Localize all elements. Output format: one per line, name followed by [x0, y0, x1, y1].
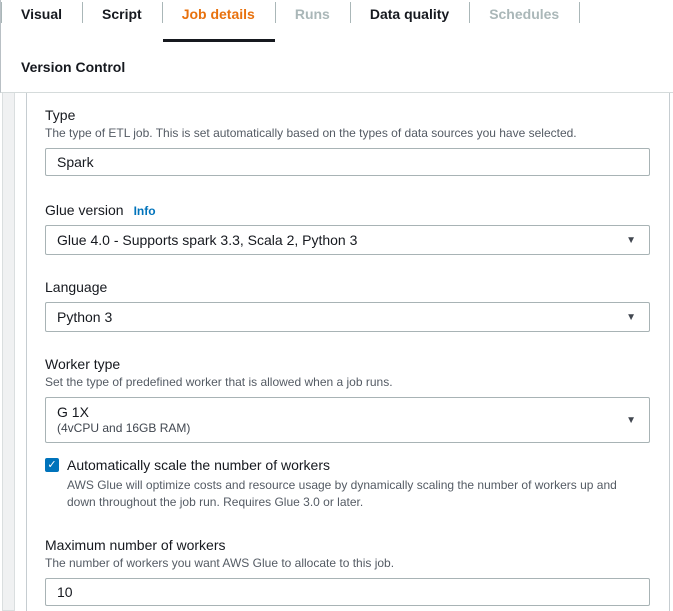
worker-type-description: Set the type of predefined worker that i… — [45, 374, 650, 390]
tab-bar: Visual Script Job details Runs Data qual… — [1, 0, 673, 42]
tab-job-details-label: Job details — [182, 6, 255, 22]
autoscale-checkbox[interactable]: ✓ — [45, 458, 59, 472]
language-select[interactable]: Python 3 ▼ — [45, 302, 650, 332]
type-input[interactable] — [45, 148, 650, 176]
tab-strip-section: Visual Script Job details Runs Data qual… — [0, 0, 673, 93]
max-workers-label: Maximum number of workers — [45, 537, 650, 554]
type-label: Type — [45, 107, 650, 124]
chevron-down-icon: ▼ — [626, 235, 636, 246]
type-field-group: Type The type of ETL job. This is set au… — [45, 107, 650, 176]
autoscale-field-group: ✓ Automatically scale the number of work… — [45, 457, 650, 510]
worker-type-label: Worker type — [45, 356, 650, 373]
chevron-down-icon: ▼ — [626, 415, 636, 426]
language-field-group: Language Python 3 ▼ — [45, 279, 650, 332]
active-tab-underline — [163, 39, 275, 42]
worker-type-select[interactable]: G 1X (4vCPU and 16GB RAM) ▼ — [45, 397, 650, 443]
job-details-form-panel: Type The type of ETL job. This is set au… — [26, 93, 670, 611]
language-label: Language — [45, 279, 650, 296]
worker-type-field-group: Worker type Set the type of predefined w… — [45, 356, 650, 443]
glue-version-selected-value: Glue 4.0 - Supports spark 3.3, Scala 2, … — [57, 232, 357, 249]
tab-schedules[interactable]: Schedules — [469, 0, 579, 42]
language-selected-value: Python 3 — [57, 309, 112, 326]
tab-job-details[interactable]: Job details — [162, 0, 275, 42]
max-workers-description: The number of workers you want AWS Glue … — [45, 555, 650, 571]
worker-type-selected-value: G 1X — [57, 404, 190, 421]
job-details-body: Type The type of ETL job. This is set au… — [0, 93, 673, 611]
check-icon: ✓ — [47, 459, 56, 471]
max-workers-field-group: Maximum number of workers The number of … — [45, 537, 650, 606]
glue-version-label: Glue version — [45, 202, 124, 219]
tab-data-quality[interactable]: Data quality — [350, 0, 469, 42]
version-control-heading: Version Control — [21, 59, 673, 75]
glue-version-field-group: Glue version Info Glue 4.0 - Supports sp… — [45, 202, 650, 255]
tab-runs[interactable]: Runs — [275, 0, 350, 42]
autoscale-description: AWS Glue will optimize costs and resourc… — [67, 477, 647, 510]
glue-version-select[interactable]: Glue 4.0 - Supports spark 3.3, Scala 2, … — [45, 225, 650, 255]
tab-visual[interactable]: Visual — [1, 0, 82, 42]
worker-type-selected-detail: (4vCPU and 16GB RAM) — [57, 421, 190, 436]
worker-type-selected-option: G 1X (4vCPU and 16GB RAM) — [57, 404, 190, 436]
tab-script[interactable]: Script — [82, 0, 162, 42]
glue-version-info-link[interactable]: Info — [134, 204, 156, 218]
max-workers-input[interactable] — [45, 578, 650, 606]
glue-job-details-page: { "tabs": [ { "label": "Visual", "state"… — [0, 0, 673, 611]
autoscale-label: Automatically scale the number of worker… — [67, 457, 330, 474]
chevron-down-icon: ▼ — [626, 312, 636, 323]
vertical-scrollbar[interactable] — [2, 93, 15, 611]
type-description: The type of ETL job. This is set automat… — [45, 125, 650, 141]
